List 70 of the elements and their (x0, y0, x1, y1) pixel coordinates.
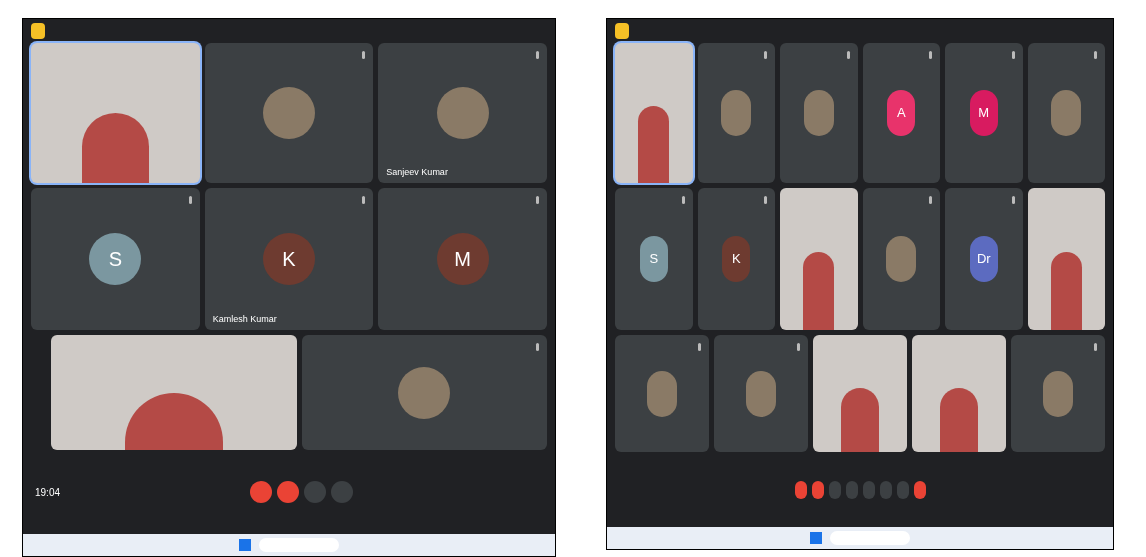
participant-tile[interactable]: Dr (945, 188, 1023, 330)
participant-tile[interactable] (1027, 188, 1105, 330)
more-options-icon[interactable] (681, 196, 685, 204)
app-logo-icon (31, 23, 45, 39)
call-control-button[interactable] (250, 481, 272, 503)
participant-tile[interactable]: M (945, 43, 1023, 183)
participant-tile[interactable]: Sanjeev Kumar (378, 43, 547, 183)
participant-tile[interactable]: K (697, 188, 775, 330)
start-icon[interactable] (239, 539, 251, 551)
call-control-button[interactable] (913, 480, 926, 499)
more-options-icon[interactable] (362, 51, 366, 59)
participant-name: Kamlesh Kumar (212, 312, 277, 326)
participant-tile[interactable] (1027, 43, 1105, 183)
more-options-icon[interactable] (698, 343, 701, 351)
more-options-icon[interactable] (797, 343, 800, 351)
profile-photo-placeholder (1043, 370, 1073, 417)
profile-photo-placeholder (263, 87, 315, 139)
participant-tile[interactable] (780, 188, 858, 330)
more-options-icon[interactable] (1011, 51, 1015, 59)
more-options-icon[interactable] (764, 51, 767, 59)
participant-tile[interactable] (813, 335, 907, 452)
participant-tile[interactable] (780, 43, 858, 183)
participant-tile[interactable] (615, 335, 709, 452)
more-options-icon[interactable] (1094, 343, 1097, 351)
more-options-icon[interactable] (536, 51, 539, 59)
more-options-icon[interactable] (1011, 196, 1015, 204)
more-options-icon[interactable] (536, 343, 539, 351)
app-logo-icon (615, 23, 629, 39)
person-silhouette-icon (1050, 251, 1082, 330)
profile-photo-placeholder (436, 87, 489, 139)
participant-tile[interactable] (862, 188, 940, 330)
participant-tile[interactable] (51, 335, 297, 450)
meeting-time: 19:04 (35, 485, 61, 500)
person-silhouette-icon (841, 387, 879, 452)
participant-tile[interactable] (204, 43, 374, 183)
more-options-icon[interactable] (929, 196, 932, 204)
profile-photo-placeholder (746, 370, 776, 417)
profile-photo-placeholder (886, 236, 917, 282)
more-options-icon[interactable] (362, 196, 366, 204)
person-silhouette-icon (803, 251, 835, 330)
participant-name: Sanjeev Kumar (386, 165, 448, 179)
person-silhouette-icon (940, 387, 978, 452)
participant-tile[interactable]: S (31, 188, 200, 330)
participant-tile[interactable] (1011, 335, 1105, 452)
participant-tile[interactable] (714, 335, 808, 452)
participant-tile[interactable] (31, 43, 200, 183)
more-options-icon[interactable] (188, 196, 192, 204)
participant-tile[interactable]: S (615, 188, 693, 330)
more-options-icon[interactable] (764, 196, 767, 204)
call-control-button[interactable] (794, 480, 807, 499)
more-options-icon[interactable] (846, 51, 850, 59)
profile-photo-placeholder (721, 90, 752, 136)
participant-tile[interactable] (301, 335, 547, 450)
start-icon[interactable] (810, 532, 822, 544)
more-options-icon[interactable] (1094, 51, 1097, 59)
participant-tile[interactable]: K Kamlesh Kumar (204, 188, 374, 330)
participant-tile[interactable] (615, 43, 693, 183)
profile-photo-placeholder (1051, 90, 1082, 136)
participant-tile[interactable] (697, 43, 775, 183)
call-control-button[interactable] (277, 481, 299, 503)
more-options-icon[interactable] (536, 196, 539, 204)
person-silhouette-icon (81, 113, 150, 183)
profile-photo-placeholder (647, 370, 677, 417)
call-control-button[interactable] (811, 480, 824, 499)
participant-tile[interactable]: A (862, 43, 940, 183)
profile-photo-placeholder (803, 90, 834, 136)
participant-tile[interactable] (912, 335, 1006, 452)
more-options-icon[interactable] (929, 51, 932, 59)
person-silhouette-icon (638, 106, 670, 183)
participant-tile[interactable]: M (378, 188, 547, 330)
